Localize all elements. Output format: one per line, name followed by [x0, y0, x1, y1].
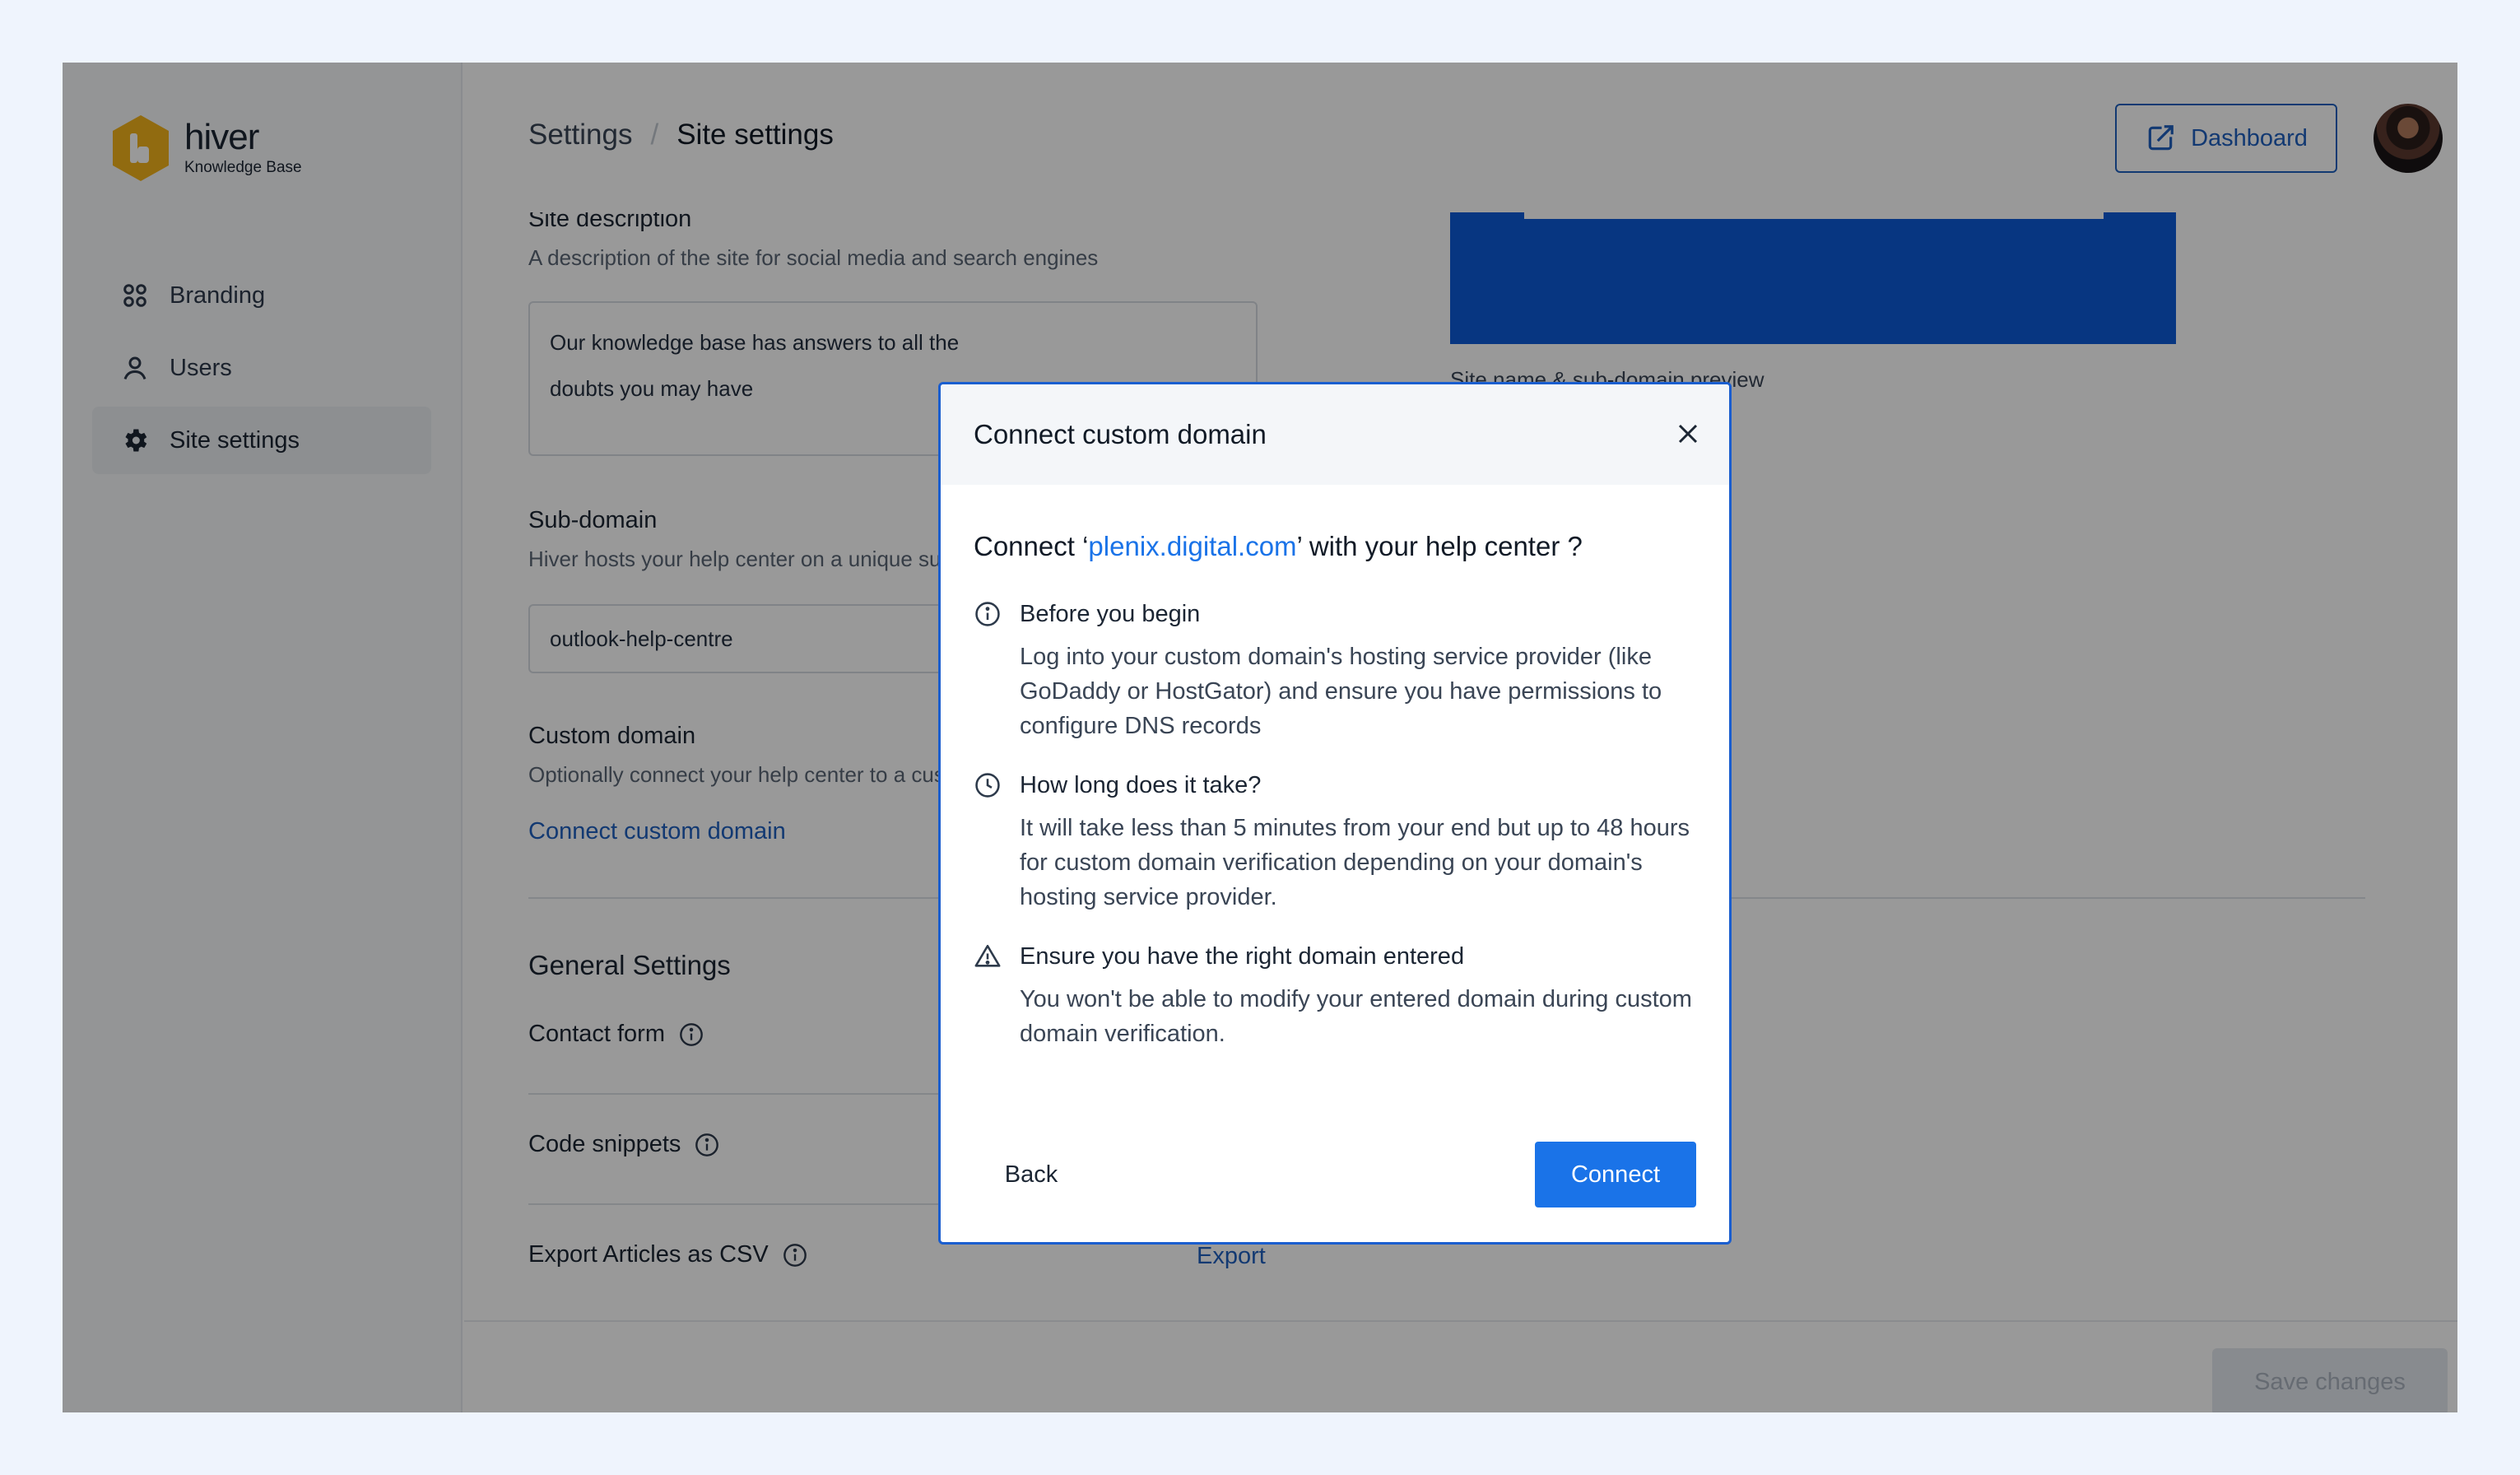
info-icon: [975, 602, 1000, 626]
modal-title: Connect custom domain: [974, 419, 1267, 449]
warning-icon: [974, 944, 1001, 967]
close-button[interactable]: [1670, 416, 1706, 452]
question-suffix: ’ with your help center ?: [1296, 531, 1583, 561]
step-title: Before you begin: [1020, 600, 1201, 627]
step-right-domain: Ensure you have the right domain entered…: [974, 942, 1698, 1051]
clock-icon: [975, 773, 1000, 798]
step-title: Ensure you have the right domain entered: [1020, 942, 1465, 970]
question-prefix: Connect ‘: [974, 531, 1089, 561]
step-body: It will take less than 5 minutes from yo…: [1020, 815, 1690, 910]
step-how-long: How long does it take? It will take less…: [974, 771, 1698, 914]
step-body: Log into your custom domain's hosting se…: [1020, 644, 1662, 739]
modal-header: Connect custom domain: [941, 384, 1729, 485]
domain-name: plenix.digital.com: [1088, 531, 1297, 561]
connect-domain-modal: Connect custom domain Connect ‘plenix.di…: [938, 382, 1732, 1245]
back-button[interactable]: Back: [974, 1142, 1089, 1207]
close-icon: [1678, 424, 1698, 444]
step-body: You won't be able to modify your entered…: [1020, 986, 1692, 1047]
app-window: hiver Knowledge Base Branding Users Site…: [63, 63, 2457, 1412]
step-before-you-begin: Before you begin Log into your custom do…: [974, 600, 1698, 743]
step-title: How long does it take?: [1020, 771, 1262, 798]
modal-question: Connect ‘plenix.digital.com’ with your h…: [974, 531, 1583, 562]
connect-button[interactable]: Connect: [1535, 1142, 1696, 1207]
